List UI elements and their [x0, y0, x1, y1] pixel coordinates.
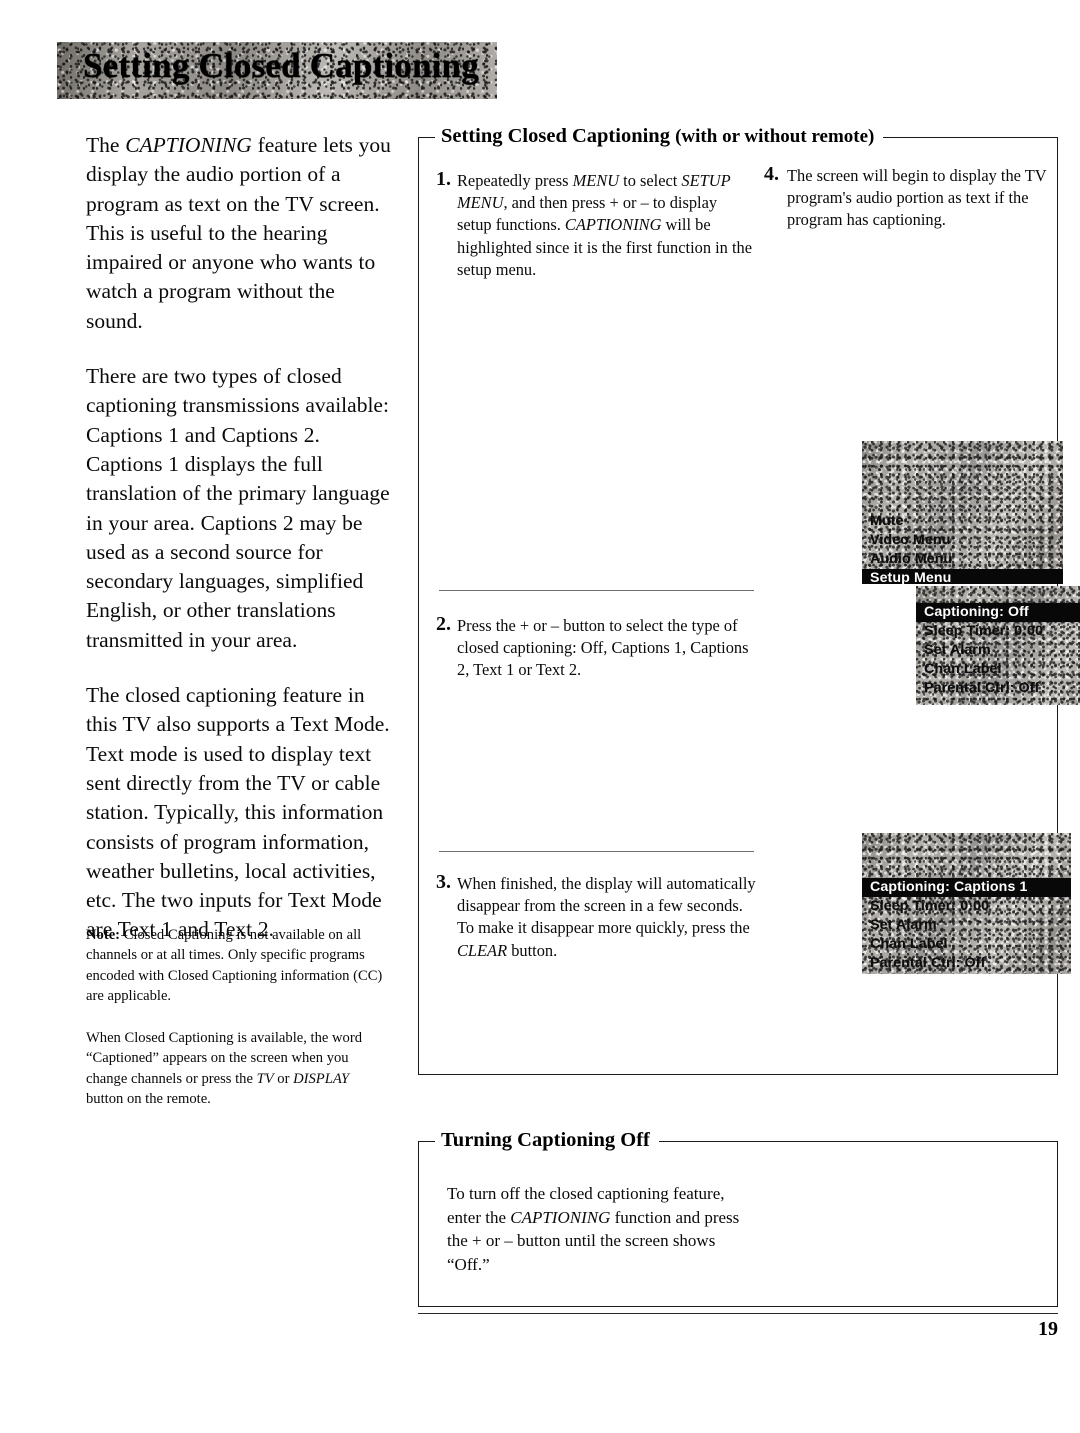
body-paragraph: The closed captioning feature in this TV…	[86, 683, 390, 942]
osd-item: Chan Label	[870, 936, 948, 952]
step-text: Press the + or – button to select the ty…	[457, 616, 749, 680]
box-legend: Setting Closed Captioning (with or witho…	[435, 125, 884, 148]
step-number: 2.	[436, 613, 451, 635]
step-4: 4. The screen will begin to display the …	[764, 163, 1054, 232]
page-number: 19	[1038, 1318, 1058, 1340]
note-paragraph: Note: Closed Captioning is not available…	[86, 927, 383, 1004]
turning-captioning-off-box: Turning Captioning Off To turn off the c…	[418, 1129, 1058, 1307]
footer-rule	[418, 1313, 1058, 1315]
document-page: Setting Closed Captioning The CAPTIONING…	[0, 0, 1080, 1433]
osd-item: Sleep Timer: 0:00	[924, 623, 1043, 639]
osd-setup-menu-captions1-list: Captioning: Captions 1 Sleep Timer: 0:00…	[862, 878, 1071, 973]
step-number: 4.	[764, 163, 779, 185]
body-paragraph: The CAPTIONING feature lets you display …	[86, 133, 391, 333]
step-1: 1. Repeatedly press MENU to select SETUP…	[436, 168, 754, 281]
osd-item: Video Menu	[870, 532, 951, 548]
box-legend-main: Setting Closed Captioning	[441, 125, 670, 147]
osd-item: Mute	[870, 513, 904, 529]
step-text: The screen will begin to display the TV …	[787, 166, 1047, 230]
osd-item: Parental Ctrl: Off	[924, 680, 1040, 696]
note-paragraph: When Closed Captioning is available, the…	[86, 1030, 363, 1108]
osd-item: Sleep Timer: 0:00	[870, 898, 989, 914]
step-number: 3.	[436, 871, 451, 893]
section-banner: Setting Closed Captioning	[57, 42, 497, 99]
step-3: 3. When finished, the display will autom…	[436, 871, 758, 962]
left-body-column: The CAPTIONING feature lets you display …	[86, 131, 394, 945]
step-text: Repeatedly press MENU to select SETUP ME…	[457, 171, 752, 279]
turning-off-text: To turn off the closed captioning featur…	[447, 1184, 740, 1274]
step-number: 1.	[436, 168, 451, 190]
box-legend-sub: (with or without remote)	[675, 126, 875, 147]
osd-item: Audio Menu	[870, 551, 953, 567]
body-paragraph: There are two types of closed captioning…	[86, 364, 390, 652]
osd-item-selected: Setup Menu	[862, 569, 1063, 584]
osd-setup-menu-captions1-screenshot: Captioning: Captions 1 Sleep Timer: 0:00…	[862, 833, 1071, 974]
osd-main-menu-list: Mute Video Menu Audio Menu Setup Menu	[862, 512, 1063, 584]
osd-setup-menu-off-screenshot: Captioning: Off Sleep Timer: 0:00 Set Al…	[916, 586, 1080, 705]
osd-item: Set Alarm	[870, 917, 937, 933]
osd-item: Parental Ctrl: Off	[870, 955, 986, 971]
osd-item-selected: Captioning: Captions 1	[862, 878, 1071, 897]
osd-setup-menu-off-list: Captioning: Off Sleep Timer: 0:00 Set Al…	[916, 603, 1080, 698]
page-title: Setting Closed Captioning	[83, 46, 479, 85]
osd-item-selected: Captioning: Off	[916, 603, 1080, 622]
step-separator	[439, 851, 754, 852]
osd-main-menu-screenshot: Mute Video Menu Audio Menu Setup Menu	[862, 441, 1063, 584]
setting-closed-captioning-box: Setting Closed Captioning (with or witho…	[418, 125, 1080, 1075]
step-text: When finished, the display will automati…	[457, 874, 756, 960]
step-separator	[439, 590, 754, 591]
box-legend: Turning Captioning Off	[435, 1129, 659, 1152]
osd-item: Set Alarm	[924, 642, 991, 658]
step-2: 2. Press the + or – button to select the…	[436, 613, 756, 682]
osd-item: Chan Label	[924, 661, 1002, 677]
left-notes-column: Note: Closed Captioning is not available…	[86, 925, 386, 1109]
